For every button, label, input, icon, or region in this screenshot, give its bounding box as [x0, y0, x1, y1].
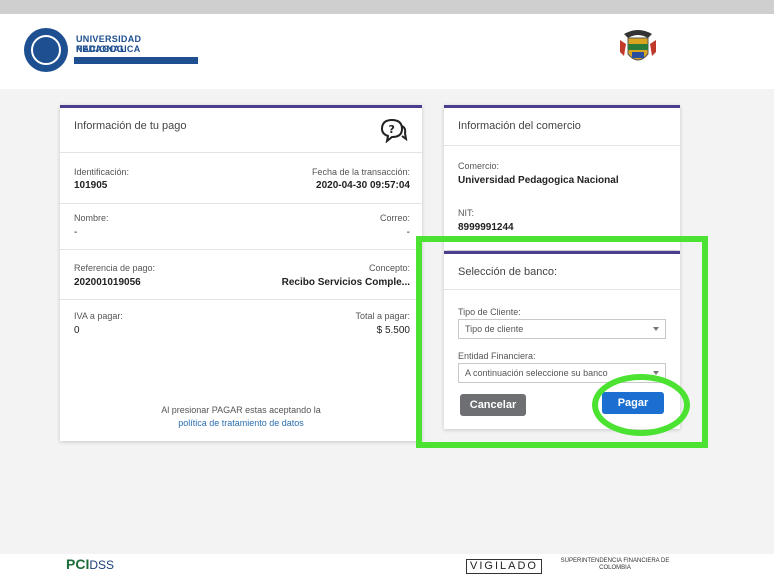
- top-strip: [0, 0, 774, 14]
- nombre-label: Nombre:: [74, 213, 109, 223]
- identificacion-label: Identificación:: [74, 167, 130, 177]
- concepto-value: Recibo Servicios Comple...: [281, 277, 410, 288]
- coat-of-arms-icon: [620, 30, 656, 61]
- comercio-label: Comercio:: [458, 161, 500, 171]
- total-value: $ 5.500: [376, 325, 410, 336]
- help-chat-icon[interactable]: ?: [378, 117, 408, 143]
- comercio-value: Universidad Pedagogica Nacional: [458, 175, 619, 186]
- merchant-info-card: Información del comercio Comercio: Unive…: [444, 105, 680, 250]
- correo-label: Correo:: [379, 213, 410, 223]
- payment-info-title: Información de tu pago: [74, 120, 187, 132]
- data-policy-link[interactable]: política de tratamiento de datos: [60, 418, 422, 428]
- merchant-info-title: Información del comercio: [458, 120, 581, 132]
- vigilado-badge: VIGILADO: [466, 559, 542, 574]
- iva-label: IVA a pagar:: [74, 311, 123, 321]
- iva-value: 0: [74, 325, 80, 336]
- pci-dss-logo: PCIDSS: [66, 556, 115, 572]
- nit-label: NIT:: [458, 208, 475, 218]
- header: UNIVERSIDAD PEDAGOGICA NACIONAL: [0, 14, 774, 89]
- fecha-value: 2020-04-30 09:57:04: [316, 180, 410, 191]
- nit-value: 8999991244: [458, 222, 514, 233]
- identificacion-value: 101905: [74, 180, 108, 191]
- university-name-line2: NACIONAL: [76, 44, 126, 54]
- concepto-label: Concepto:: [368, 263, 410, 273]
- referencia-value: 202001019056: [74, 277, 141, 288]
- superintendencia-label: SUPERINTENDENCIA FINANCIERA DE COLOMBIA: [560, 558, 670, 571]
- pay-notice-text: Al presionar PAGAR estas aceptando la: [161, 405, 321, 415]
- university-logo-bar: [74, 57, 198, 64]
- payment-info-card: Información de tu pago ? Identificación:…: [60, 105, 422, 441]
- highlight-ellipse: [592, 374, 690, 436]
- fecha-label: Fecha de la transacción:: [311, 167, 410, 177]
- university-logo-emblem: [24, 28, 68, 72]
- svg-text:?: ?: [389, 123, 395, 136]
- correo-value: -: [406, 227, 410, 238]
- nombre-value: -: [74, 227, 78, 238]
- university-logo: UNIVERSIDAD PEDAGOGICA NACIONAL: [24, 28, 204, 76]
- referencia-label: Referencia de pago:: [74, 263, 156, 273]
- total-label: Total a pagar:: [355, 311, 410, 321]
